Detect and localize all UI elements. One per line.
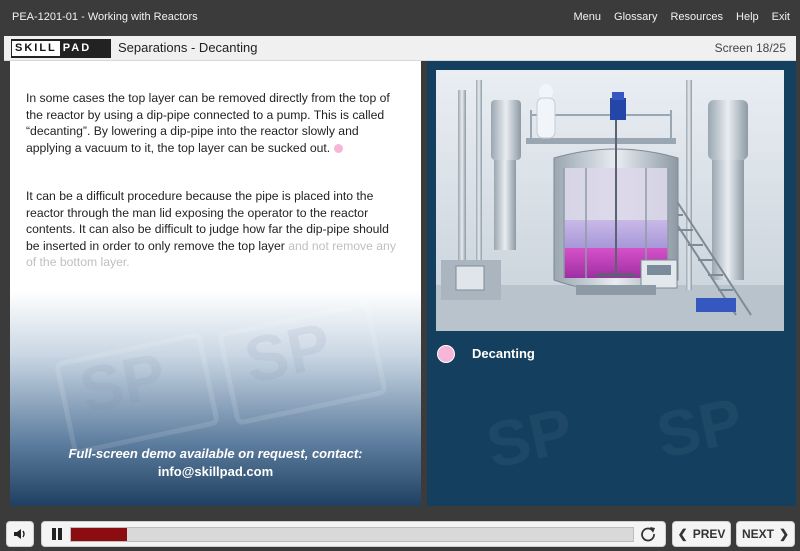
media-caption: Decanting (472, 346, 535, 361)
watermark: SP (480, 393, 579, 483)
prev-label: PREV (692, 527, 726, 541)
skillpad-logo: SKILL PAD (11, 39, 111, 58)
top-nav: Menu Glossary Resources Help Exit (574, 11, 790, 23)
watermark: SP (650, 383, 749, 473)
next-label: NEXT (741, 527, 774, 541)
replay-button[interactable] (639, 525, 657, 543)
text-panel: SP SP In some cases the top layer can be… (10, 61, 421, 506)
logo-part-skill: SKILL (12, 41, 60, 56)
top-bar: PEA-1201-01 - Working with Reactors Menu… (0, 0, 800, 36)
seek-controls (41, 521, 666, 547)
speaker-icon (14, 529, 25, 539)
screen-counter: Screen 18/25 (714, 41, 786, 55)
lesson-header: SKILL PAD Separations - Decanting Screen… (4, 36, 796, 61)
reactor-illustration (436, 70, 784, 331)
chevron-left-icon: ❮ (677, 527, 688, 541)
reactor-illustration-svg (436, 70, 784, 331)
next-button[interactable]: NEXT ❯ (736, 521, 795, 547)
nav-glossary[interactable]: Glossary (614, 11, 657, 23)
course-title: PEA-1201-01 - Working with Reactors (12, 11, 198, 23)
lesson-title: Separations - Decanting (118, 40, 258, 55)
prev-button[interactable]: ❮ PREV (672, 521, 731, 547)
volume-button[interactable] (6, 521, 34, 547)
hotspot-dot[interactable] (334, 143, 344, 153)
progress-track[interactable] (70, 527, 634, 542)
media-panel: SP SP Decanting (427, 61, 796, 506)
nav-exit[interactable]: Exit (772, 11, 790, 23)
paragraph-decanting: In some cases the top layer can be remov… (26, 90, 398, 156)
demo-note: Full-screen demo available on request, c… (10, 445, 421, 481)
nav-menu[interactable]: Menu (574, 11, 602, 23)
demo-note-email: info@skillpad.com (157, 464, 274, 479)
progress-fill (71, 528, 128, 541)
caption-hotspot-dot[interactable] (437, 345, 455, 363)
logo-part-pad: PAD (59, 41, 95, 56)
chevron-right-icon: ❯ (778, 527, 790, 541)
pause-icon[interactable] (51, 528, 63, 540)
nav-resources[interactable]: Resources (670, 11, 723, 23)
nav-help[interactable]: Help (736, 11, 759, 23)
demo-note-line1: Full-screen demo available on request, c… (68, 446, 363, 461)
replay-icon (641, 527, 655, 542)
player-controls: ❮ PREV NEXT ❯ (0, 515, 800, 551)
paragraph-difficulty: It can be a difficult procedure because … (26, 188, 398, 271)
